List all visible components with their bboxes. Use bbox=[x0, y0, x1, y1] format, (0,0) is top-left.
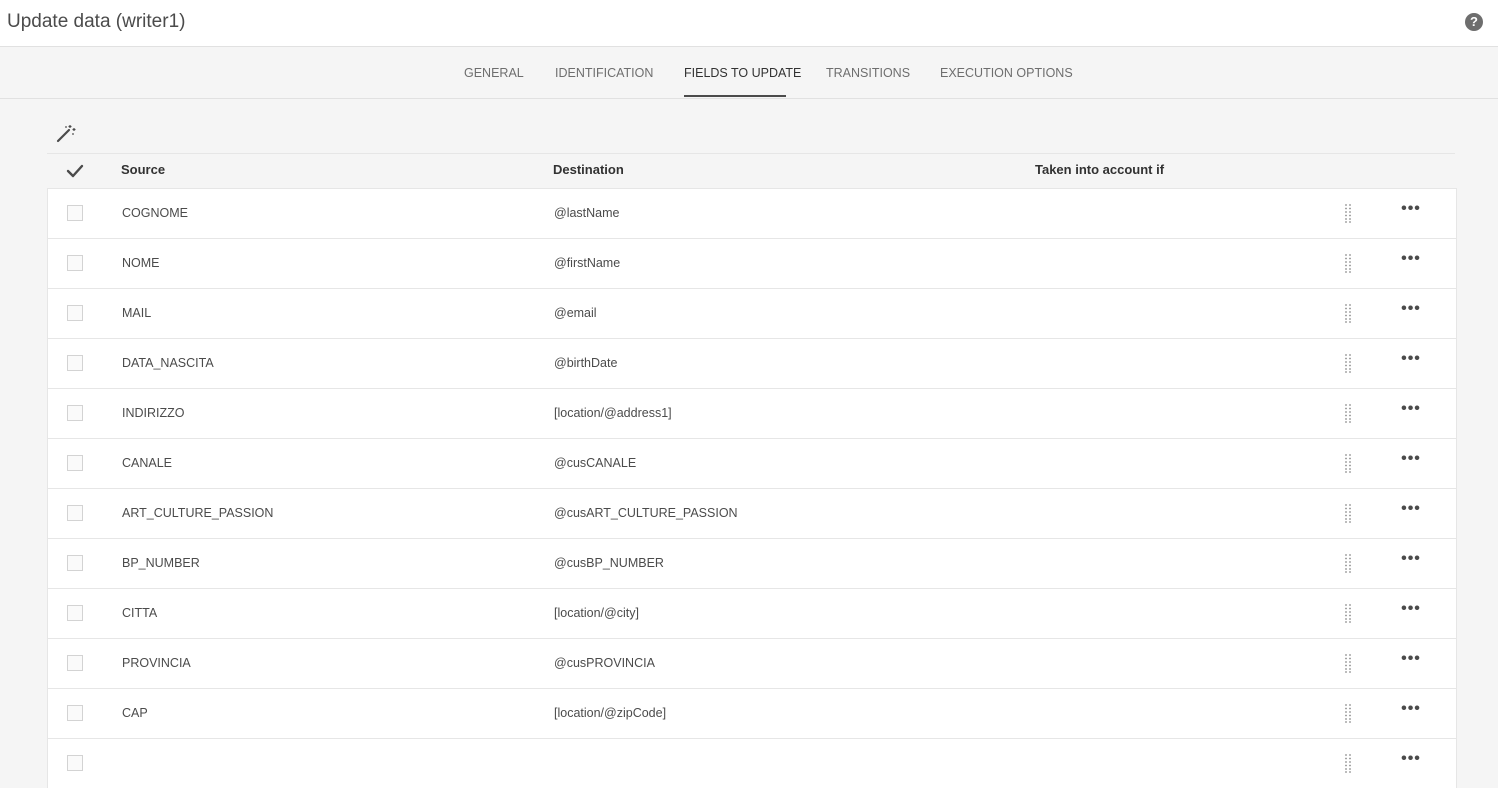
more-actions-icon[interactable]: ••• bbox=[1399, 401, 1423, 421]
drag-handle-icon[interactable] bbox=[1344, 253, 1352, 273]
row-checkbox[interactable] bbox=[67, 305, 83, 321]
more-actions-icon[interactable]: ••• bbox=[1399, 451, 1423, 471]
destination-cell: [location/@zipCode] bbox=[554, 706, 667, 720]
row-checkbox[interactable] bbox=[67, 455, 83, 471]
tab-identification[interactable]: IDENTIFICATION bbox=[555, 66, 653, 80]
source-cell: CITTA bbox=[122, 606, 158, 620]
column-header-condition[interactable]: Taken into account if bbox=[1035, 162, 1164, 177]
destination-cell: @cusART_CULTURE_PASSION bbox=[554, 506, 738, 520]
source-cell: BP_NUMBER bbox=[122, 556, 200, 570]
drag-handle-icon[interactable] bbox=[1344, 303, 1352, 323]
row-checkbox[interactable] bbox=[67, 755, 83, 771]
source-cell: COGNOME bbox=[122, 206, 188, 220]
table-row[interactable]: ••• bbox=[48, 738, 1456, 788]
more-actions-icon[interactable]: ••• bbox=[1399, 651, 1423, 671]
drag-handle-icon[interactable] bbox=[1344, 453, 1352, 473]
row-checkbox[interactable] bbox=[67, 355, 83, 371]
destination-cell: @birthDate bbox=[554, 356, 618, 370]
table-row[interactable]: PROVINCIA @cusPROVINCIA ••• bbox=[48, 638, 1456, 688]
destination-cell: @firstName bbox=[554, 256, 621, 270]
question-icon[interactable]: ? bbox=[1465, 13, 1483, 31]
more-actions-icon[interactable]: ••• bbox=[1399, 601, 1423, 621]
row-checkbox[interactable] bbox=[67, 555, 83, 571]
row-checkbox[interactable] bbox=[67, 655, 83, 671]
destination-cell: @lastName bbox=[554, 206, 620, 220]
tab-general[interactable]: GENERAL bbox=[464, 66, 524, 80]
more-actions-icon[interactable]: ••• bbox=[1399, 351, 1423, 371]
tab-transitions[interactable]: TRANSITIONS bbox=[826, 66, 910, 80]
destination-cell: [location/@address1] bbox=[554, 406, 672, 420]
more-actions-icon[interactable]: ••• bbox=[1399, 501, 1423, 521]
table-row[interactable]: DATA_NASCITA @birthDate ••• bbox=[48, 338, 1456, 388]
source-cell: INDIRIZZO bbox=[122, 406, 185, 420]
table-row[interactable]: MAIL @email ••• bbox=[48, 288, 1456, 338]
table-row[interactable]: NOME @firstName ••• bbox=[48, 238, 1456, 288]
destination-cell: @cusPROVINCIA bbox=[554, 656, 655, 670]
table-row[interactable]: CAP [location/@zipCode] ••• bbox=[48, 688, 1456, 738]
more-actions-icon[interactable]: ••• bbox=[1399, 201, 1423, 221]
select-all-checkmark-icon[interactable] bbox=[66, 163, 84, 179]
more-actions-icon[interactable]: ••• bbox=[1399, 551, 1423, 571]
drag-handle-icon[interactable] bbox=[1344, 653, 1352, 673]
dialog-header: Update data (writer1) ? bbox=[0, 0, 1498, 47]
active-tab-indicator bbox=[684, 95, 786, 97]
destination-cell: @cusCANALE bbox=[554, 456, 637, 470]
more-actions-icon[interactable]: ••• bbox=[1399, 301, 1423, 321]
table-header: Source Destination Taken into account if bbox=[47, 153, 1455, 189]
table-row[interactable]: COGNOME @lastName ••• bbox=[48, 188, 1456, 238]
drag-handle-icon[interactable] bbox=[1344, 403, 1352, 423]
source-cell: CAP bbox=[122, 706, 148, 720]
tab-execution-options[interactable]: EXECUTION OPTIONS bbox=[940, 66, 1073, 80]
source-cell: PROVINCIA bbox=[122, 656, 191, 670]
table-row[interactable]: CITTA [location/@city] ••• bbox=[48, 588, 1456, 638]
row-checkbox[interactable] bbox=[67, 255, 83, 271]
table-body: COGNOME @lastName ••• NOME @firstName ••… bbox=[47, 188, 1457, 788]
magic-wand-icon[interactable] bbox=[55, 122, 77, 144]
drag-handle-icon[interactable] bbox=[1344, 753, 1352, 773]
tab-bar: GENERAL IDENTIFICATION FIELDS TO UPDATE … bbox=[0, 47, 1498, 99]
table-row[interactable]: INDIRIZZO [location/@address1] ••• bbox=[48, 388, 1456, 438]
destination-cell: [location/@city] bbox=[554, 606, 639, 620]
row-checkbox[interactable] bbox=[67, 505, 83, 521]
drag-handle-icon[interactable] bbox=[1344, 353, 1352, 373]
more-actions-icon[interactable]: ••• bbox=[1399, 701, 1423, 721]
destination-cell: @email bbox=[554, 306, 597, 320]
table-row[interactable]: BP_NUMBER @cusBP_NUMBER ••• bbox=[48, 538, 1456, 588]
row-checkbox[interactable] bbox=[67, 205, 83, 221]
drag-handle-icon[interactable] bbox=[1344, 603, 1352, 623]
row-checkbox[interactable] bbox=[67, 705, 83, 721]
row-checkbox[interactable] bbox=[67, 405, 83, 421]
destination-cell: @cusBP_NUMBER bbox=[554, 556, 664, 570]
tab-fields-to-update[interactable]: FIELDS TO UPDATE bbox=[684, 66, 801, 80]
row-checkbox[interactable] bbox=[67, 605, 83, 621]
dialog-title: Update data (writer1) bbox=[7, 11, 186, 32]
source-cell: MAIL bbox=[122, 306, 152, 320]
drag-handle-icon[interactable] bbox=[1344, 503, 1352, 523]
drag-handle-icon[interactable] bbox=[1344, 553, 1352, 573]
source-cell: CANALE bbox=[122, 456, 173, 470]
table-row[interactable]: ART_CULTURE_PASSION @cusART_CULTURE_PASS… bbox=[48, 488, 1456, 538]
source-cell: ART_CULTURE_PASSION bbox=[122, 506, 274, 520]
source-cell: NOME bbox=[122, 256, 160, 270]
drag-handle-icon[interactable] bbox=[1344, 203, 1352, 223]
table-row[interactable]: CANALE @cusCANALE ••• bbox=[48, 438, 1456, 488]
column-header-destination[interactable]: Destination bbox=[553, 162, 624, 177]
source-cell: DATA_NASCITA bbox=[122, 356, 214, 370]
drag-handle-icon[interactable] bbox=[1344, 703, 1352, 723]
column-header-source[interactable]: Source bbox=[121, 162, 165, 177]
more-actions-icon[interactable]: ••• bbox=[1399, 251, 1423, 271]
